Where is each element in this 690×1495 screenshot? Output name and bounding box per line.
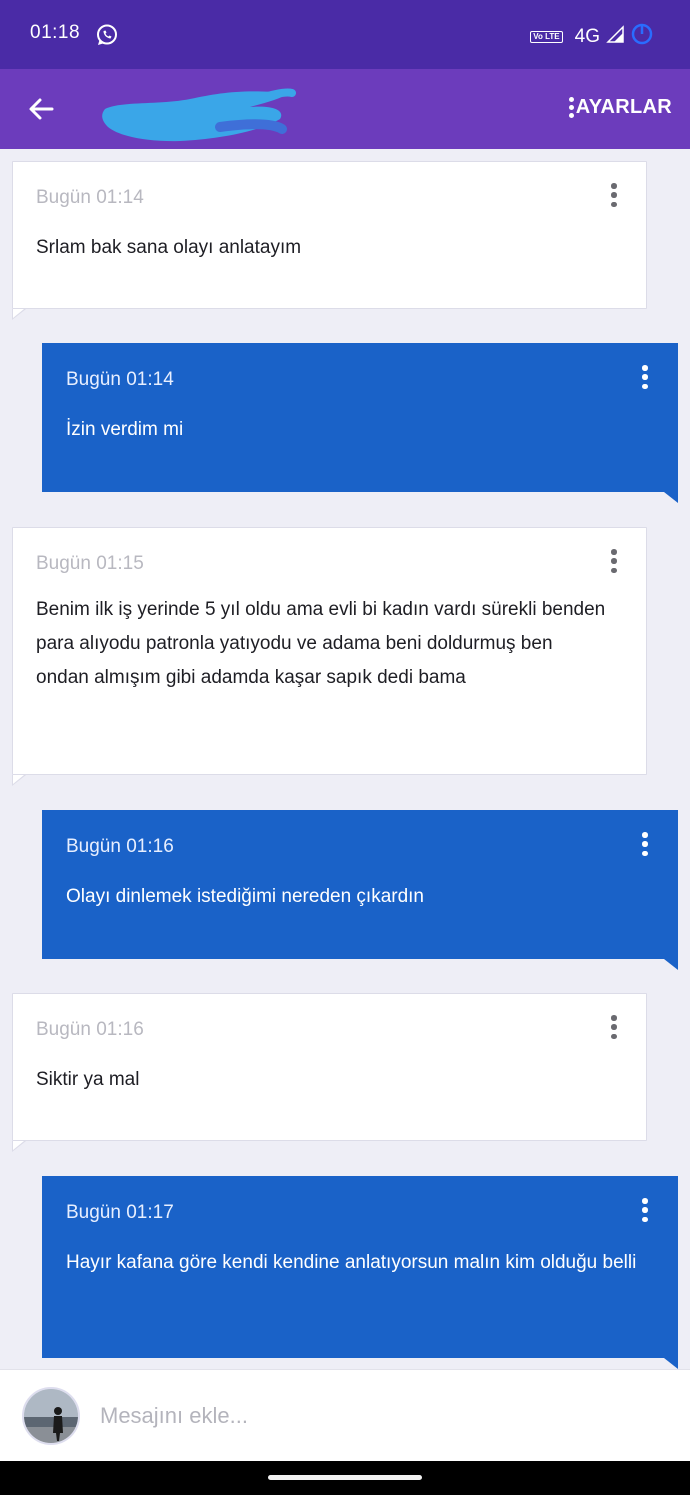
message-text: Srlam bak sana olayı anlatayım [36,237,302,258]
network-type: 4G [574,26,600,47]
message-menu-icon[interactable] [610,183,618,207]
settings-label: AYARLAR [575,96,672,118]
status-time: 01:18 [30,22,81,43]
message-time: Bugün 01:14 [36,187,144,208]
status-indicators: Vo LTE 4G [530,22,654,52]
message-text: Benim ilk iş yerinde 5 yıl oldu ama evli… [36,599,606,688]
back-arrow-icon[interactable] [26,94,56,124]
home-gesture-handle[interactable] [268,1475,422,1480]
avatar [22,1387,80,1445]
message-input[interactable] [100,1398,660,1434]
signal-icon [606,25,624,49]
app-bar: AYARLAR [0,69,690,149]
more-vert-icon [568,97,574,118]
message-menu-icon[interactable] [641,365,649,389]
message-time: Bugün 01:16 [36,1019,144,1040]
message-text: Siktir ya mal [36,1069,140,1090]
message-incoming: Bugün 01:15 Benim ilk iş yerinde 5 yıl o… [12,527,647,786]
message-time: Bugün 01:15 [36,553,144,574]
settings-button[interactable]: AYARLAR [568,96,672,119]
system-nav-bar [0,1461,690,1495]
message-menu-icon[interactable] [641,1198,649,1222]
message-outgoing: Bugün 01:14 İzin verdim mi [42,343,678,503]
message-composer [0,1369,690,1461]
whatsapp-notification-icon [95,23,119,52]
message-text: İzin verdim mi [66,419,184,440]
message-menu-icon[interactable] [610,1015,618,1039]
message-incoming: Bugün 01:14 Srlam bak sana olayı anlatay… [12,161,647,320]
volte-badge: Vo LTE [530,31,563,43]
status-bar: 01:18 Vo LTE 4G [0,0,690,69]
message-text: Hayır kafana göre kendi kendine anlatıyo… [66,1252,637,1273]
redacted-contact-name [100,79,300,149]
message-time: Bugün 01:16 [66,836,174,857]
message-time: Bugün 01:14 [66,369,174,390]
message-menu-icon[interactable] [610,549,618,573]
message-outgoing: Bugün 01:17 Hayır kafana göre kendi kend… [42,1176,678,1369]
power-icon [630,22,654,52]
message-text: Olayı dinlemek istediğimi nereden çıkard… [66,886,425,907]
message-incoming: Bugün 01:16 Siktir ya mal [12,993,647,1152]
message-menu-icon[interactable] [641,832,649,856]
message-outgoing: Bugün 01:16 Olayı dinlemek istediğimi ne… [42,810,678,970]
message-time: Bugün 01:17 [66,1202,174,1223]
